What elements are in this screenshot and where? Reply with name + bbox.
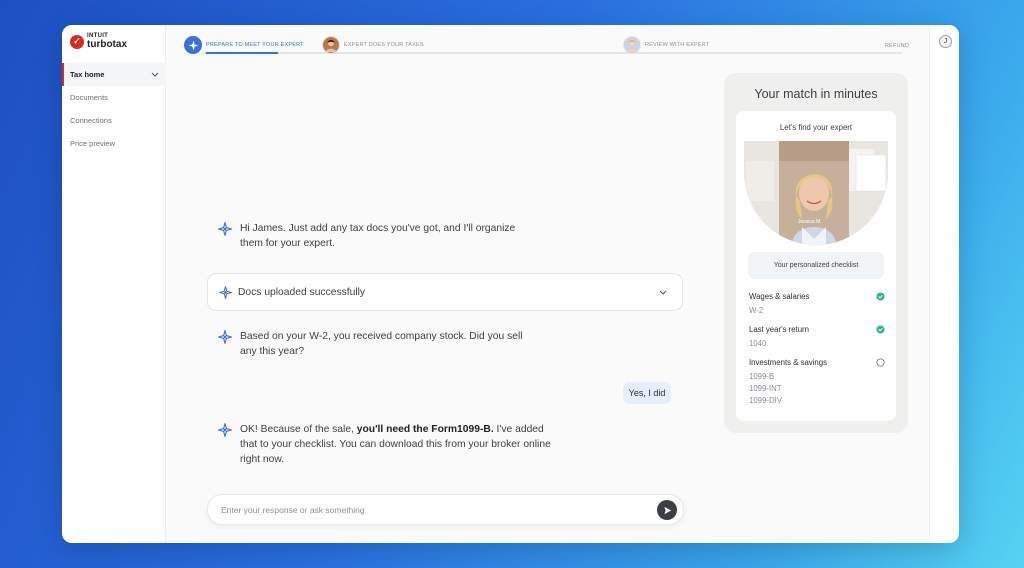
assistant-star-icon	[218, 423, 232, 437]
expert-match-card: Your match in minutes Let's find your ex…	[724, 73, 908, 433]
message-text-bold: you'll need the Form1099-B.	[356, 424, 494, 435]
right-rail: J	[929, 25, 959, 543]
message-text: Based on your W-2, you received company …	[240, 331, 523, 357]
check-complete-icon	[876, 325, 885, 334]
expert-avatar-icon	[623, 36, 641, 54]
user-avatar[interactable]: J	[939, 35, 952, 48]
progress-steps: PREPARE TO MEET YOUR EXPERT EXPERT DOES …	[184, 36, 909, 60]
sidebar-item-tax-home[interactable]: Tax home	[62, 63, 166, 86]
docs-uploaded-accordion[interactable]: Docs uploaded successfully	[207, 273, 683, 311]
assistant-message: Based on your W-2, you received company …	[218, 329, 538, 359]
expert-name-caption: Jessica M.	[798, 219, 822, 225]
step-label: EXPERT DOES YOUR TAXES	[344, 42, 424, 48]
assistant-star-icon	[184, 36, 202, 54]
docs-uploaded-label: Docs uploaded successfully	[238, 286, 366, 298]
send-icon	[663, 506, 671, 514]
checklist-item-doc: 1099-DIV	[749, 396, 782, 405]
match-subtitle: Let's find your expert	[779, 123, 853, 132]
assistant-message: OK! Because of the sale, you'll need the…	[218, 422, 558, 467]
sidebar-item-documents[interactable]: Documents	[62, 86, 166, 109]
expert-avatar-icon	[322, 36, 340, 54]
steps-track	[202, 52, 902, 54]
sidebar-item-connections[interactable]: Connections	[62, 109, 166, 132]
checklist-item-title: Investments & savings	[749, 358, 828, 367]
checklist-item: Last year's return 1040	[749, 325, 885, 350]
main-content: PREPARE TO MEET YOUR EXPERT EXPERT DOES …	[166, 25, 929, 543]
sidebar: ✓ INTUIT turbotax Tax home Documents Con…	[62, 25, 166, 543]
sidebar-item-label: Documents	[70, 93, 108, 102]
app-window: ✓ INTUIT turbotax Tax home Documents Con…	[62, 25, 959, 543]
assistant-star-icon	[218, 330, 232, 344]
user-message-bubble: Yes, I did	[623, 382, 671, 404]
step-refund-label: REFUND	[884, 43, 909, 49]
turbotax-logo[interactable]: ✓ INTUIT turbotax	[70, 33, 127, 50]
assistant-star-icon	[219, 285, 232, 299]
checklist-item-doc: 1040	[749, 339, 767, 348]
logo-turbotax-text: turbotax	[87, 39, 127, 50]
sidebar-nav: Tax home Documents Connections Price pre…	[62, 63, 166, 155]
step-label: REVIEW WITH EXPERT	[645, 42, 710, 48]
message-text-part: OK! Because of the sale,	[240, 424, 357, 435]
checklist-item-doc: W-2	[749, 306, 764, 315]
send-button[interactable]	[657, 500, 677, 520]
checklist-item: Investments & savings 1099-B 1099-INT 10…	[749, 358, 885, 407]
chat-input-bar	[207, 494, 684, 525]
step-expert-does-taxes: EXPERT DOES YOUR TAXES	[322, 36, 424, 54]
checklist-item-doc: 1099-INT	[749, 384, 782, 393]
expert-photo: Jessica M.	[744, 141, 888, 245]
sidebar-item-label: Tax home	[70, 70, 105, 79]
checklist-item: Wages & salaries W-2	[749, 292, 885, 317]
personalized-checklist-label: Your personalized checklist	[748, 252, 884, 279]
sidebar-item-price-preview[interactable]: Price preview	[62, 132, 166, 155]
check-complete-icon	[876, 292, 885, 301]
sidebar-item-label: Price preview	[70, 139, 116, 148]
check-incomplete-icon	[876, 358, 885, 367]
chevron-down-icon	[659, 290, 667, 295]
step-prepare: PREPARE TO MEET YOUR EXPERT	[184, 36, 304, 54]
step-label: PREPARE TO MEET YOUR EXPERT	[206, 42, 304, 48]
chevron-down-icon	[151, 72, 159, 77]
checklist-item-docs: 1099-B 1099-INT 1099-DIV	[749, 371, 885, 407]
checklist-item-doc: 1099-B	[749, 372, 775, 381]
checklist-item-title: Wages & salaries	[749, 292, 810, 301]
checklist-item-title: Last year's return	[749, 325, 809, 334]
assistant-message: Hi James. Just add any tax docs you've g…	[218, 221, 538, 251]
chat-input[interactable]	[221, 504, 641, 515]
match-title: Your match in minutes	[754, 87, 878, 101]
message-text: OK! Because of the sale, you'll need the…	[240, 422, 558, 467]
message-text: Hi James. Just add any tax docs you've g…	[240, 223, 516, 249]
sidebar-item-label: Connections	[70, 116, 112, 125]
expert-match-inner-card: Let's find your expert Jessica M. Your p…	[736, 111, 896, 421]
checkmark-logo-icon: ✓	[70, 34, 84, 49]
step-review-with-expert: REVIEW WITH EXPERT	[623, 36, 709, 54]
assistant-star-icon	[218, 222, 232, 236]
